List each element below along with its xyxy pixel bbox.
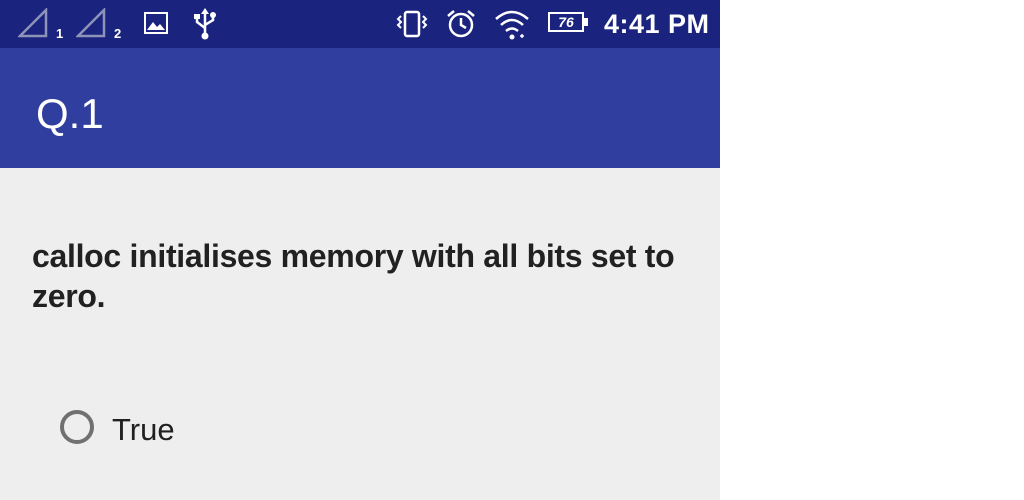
question-text: calloc initialises memory with all bits …	[32, 238, 675, 314]
wifi-icon	[495, 10, 529, 40]
status-bar: 1 2 76 4:41 PM	[0, 0, 720, 48]
sim2-label: 2	[114, 26, 122, 41]
option-true[interactable]: True	[58, 408, 298, 454]
option-label: True	[112, 412, 175, 447]
alarm-icon	[447, 10, 475, 38]
status-clock: 4:41 PM	[604, 9, 710, 39]
battery-icon: 76	[548, 12, 584, 32]
signal-icon	[18, 8, 48, 38]
radio-button[interactable]	[60, 410, 94, 444]
phone-screen: 1 2 76 4:41 PM Q.1 calloc initialises me…	[0, 0, 720, 500]
vibrate-icon	[396, 10, 428, 38]
gallery-icon	[144, 12, 168, 34]
sim1-label: 1	[56, 26, 64, 41]
usb-icon	[194, 8, 216, 40]
signal-icon	[76, 8, 106, 38]
battery-tip	[584, 18, 588, 26]
app-bar: Q.1	[0, 48, 720, 168]
page-title: Q.1	[36, 90, 104, 137]
